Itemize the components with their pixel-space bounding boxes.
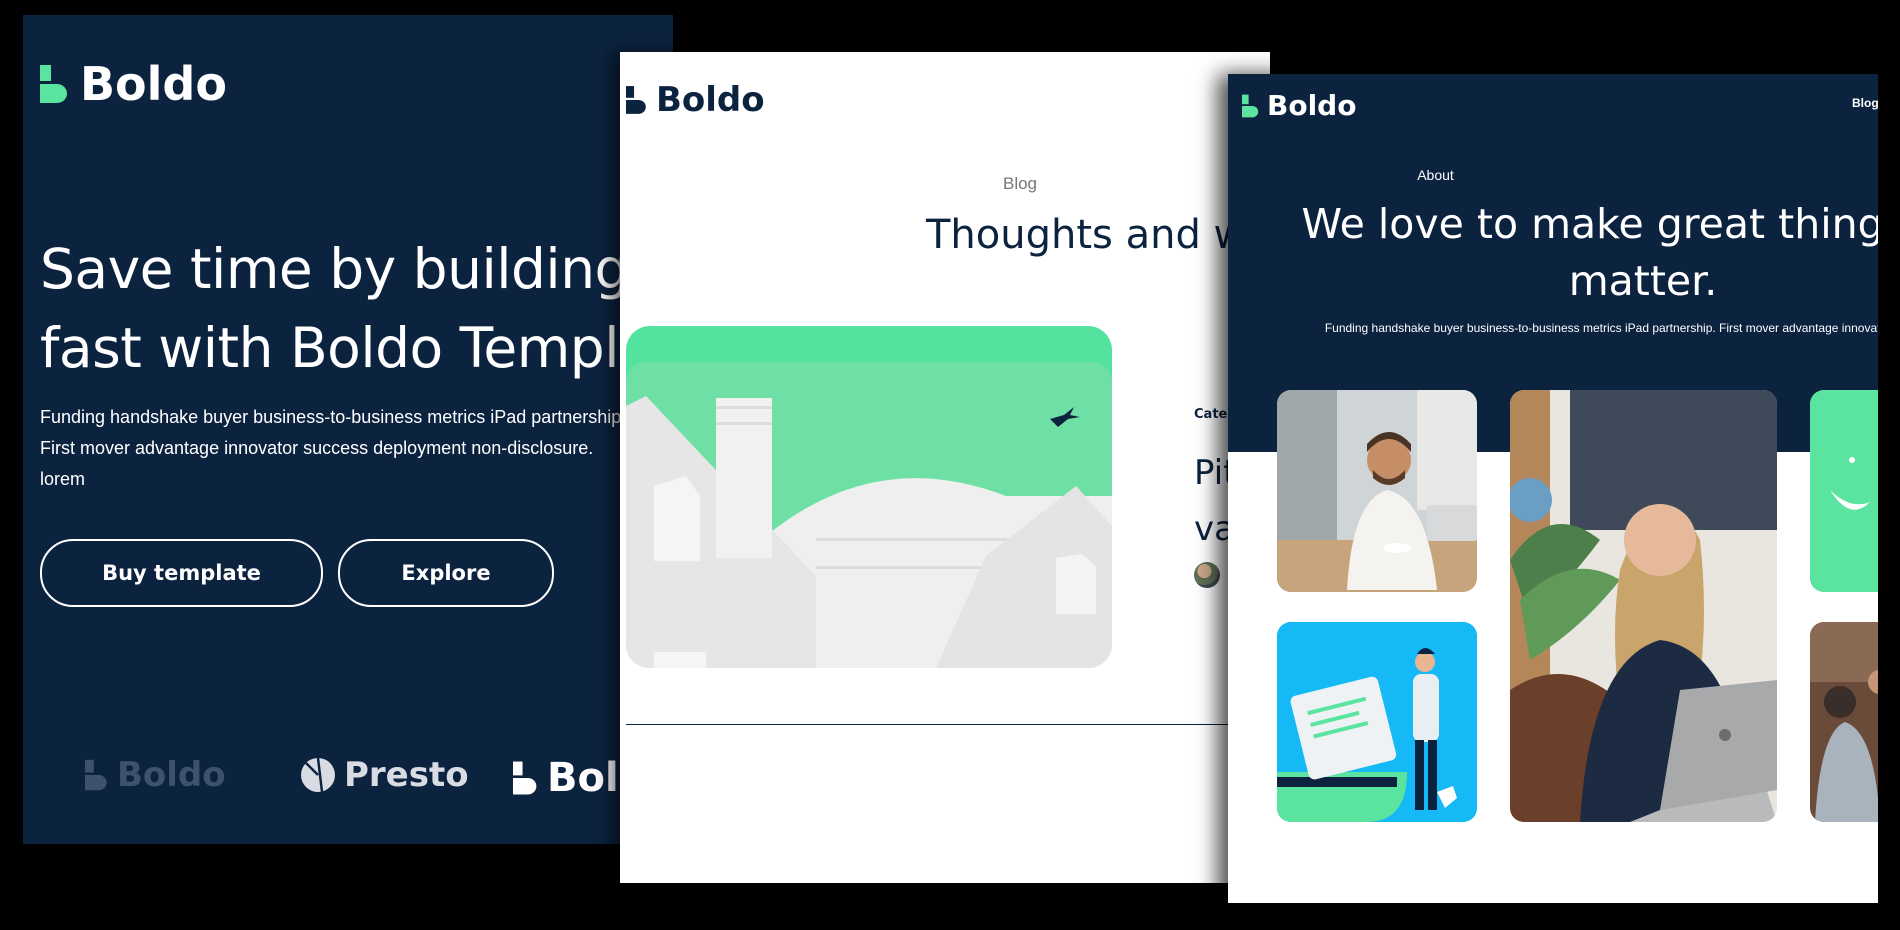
woman-on-phone-image (1510, 390, 1777, 822)
hero-headline-line1: Save time by building (40, 237, 629, 301)
section-eyebrow: About (1417, 167, 1454, 183)
green-illustration-card (1810, 390, 1878, 592)
nav-link-blog[interactable]: Blog (1852, 96, 1878, 110)
brand-name: Boldo (117, 755, 226, 795)
logo-text: Boldo (1267, 89, 1357, 122)
hero-headline: Save time by building fast with Boldo Te… (40, 230, 673, 388)
hero-description: Funding handshake buyer business-to-busi… (40, 402, 673, 495)
house-illustration[interactable] (626, 326, 1112, 668)
man-on-phone-image (1277, 390, 1477, 592)
brand-name: Presto (344, 755, 469, 795)
woman-on-phone-photo (1510, 390, 1777, 822)
about-headline: We love to make great things, thi matter… (1228, 196, 1878, 310)
logo-text: Boldo (80, 57, 227, 111)
documents-illustration-image (1277, 622, 1477, 822)
section-title: Thoughts and wo (926, 212, 1270, 258)
boldo-logo[interactable]: Boldo (626, 80, 765, 120)
about-description: Funding handshake buyer business-to-busi… (1324, 321, 1878, 335)
divider (626, 724, 1270, 725)
boldo-logo-icon (626, 86, 646, 114)
logo-text: Boldo (656, 80, 765, 120)
hero-description-line3: lorem (40, 469, 86, 489)
hero-window: Boldo Save time by building fast with Bo… (23, 15, 673, 844)
people-at-table-image (1810, 622, 1878, 822)
boldo-brand-icon (85, 759, 107, 791)
section-eyebrow: Blog (1002, 174, 1038, 193)
explore-button[interactable]: Explore (338, 539, 554, 607)
boldo-logo[interactable]: Boldo (40, 57, 227, 111)
about-headline-line1: We love to make great things, thi (1301, 200, 1878, 248)
house-illustration-art (626, 326, 1112, 668)
hero-description-line2: First mover advantage innovator success … (40, 438, 594, 458)
buy-template-button[interactable]: Buy template (40, 539, 323, 607)
man-on-phone-photo (1277, 390, 1477, 592)
people-at-table-photo (1810, 622, 1878, 822)
green-illustration-image (1810, 390, 1878, 592)
author-avatar (1194, 562, 1220, 588)
presto-brand-icon (301, 757, 335, 793)
hero-headline-line2: fast with Boldo Template (40, 316, 673, 380)
person-with-documents-illustration (1277, 622, 1477, 822)
hero-description-line1: Funding handshake buyer business-to-busi… (40, 407, 627, 427)
boldo-logo-icon (1242, 94, 1259, 117)
blog-window: Boldo Blog Thoughts and wo Categ Pit va (620, 52, 1270, 883)
brand-logo-presto: Presto (300, 755, 469, 795)
brand-logo-boldo-faded: Boldo (85, 755, 226, 795)
about-headline-line2: matter. (1568, 257, 1718, 305)
boldo-logo[interactable]: Boldo (1242, 89, 1356, 122)
boldo-brand-icon (513, 761, 537, 795)
about-window: Boldo Blog About We love to make great t… (1228, 74, 1878, 903)
boldo-logo-icon (40, 65, 67, 103)
